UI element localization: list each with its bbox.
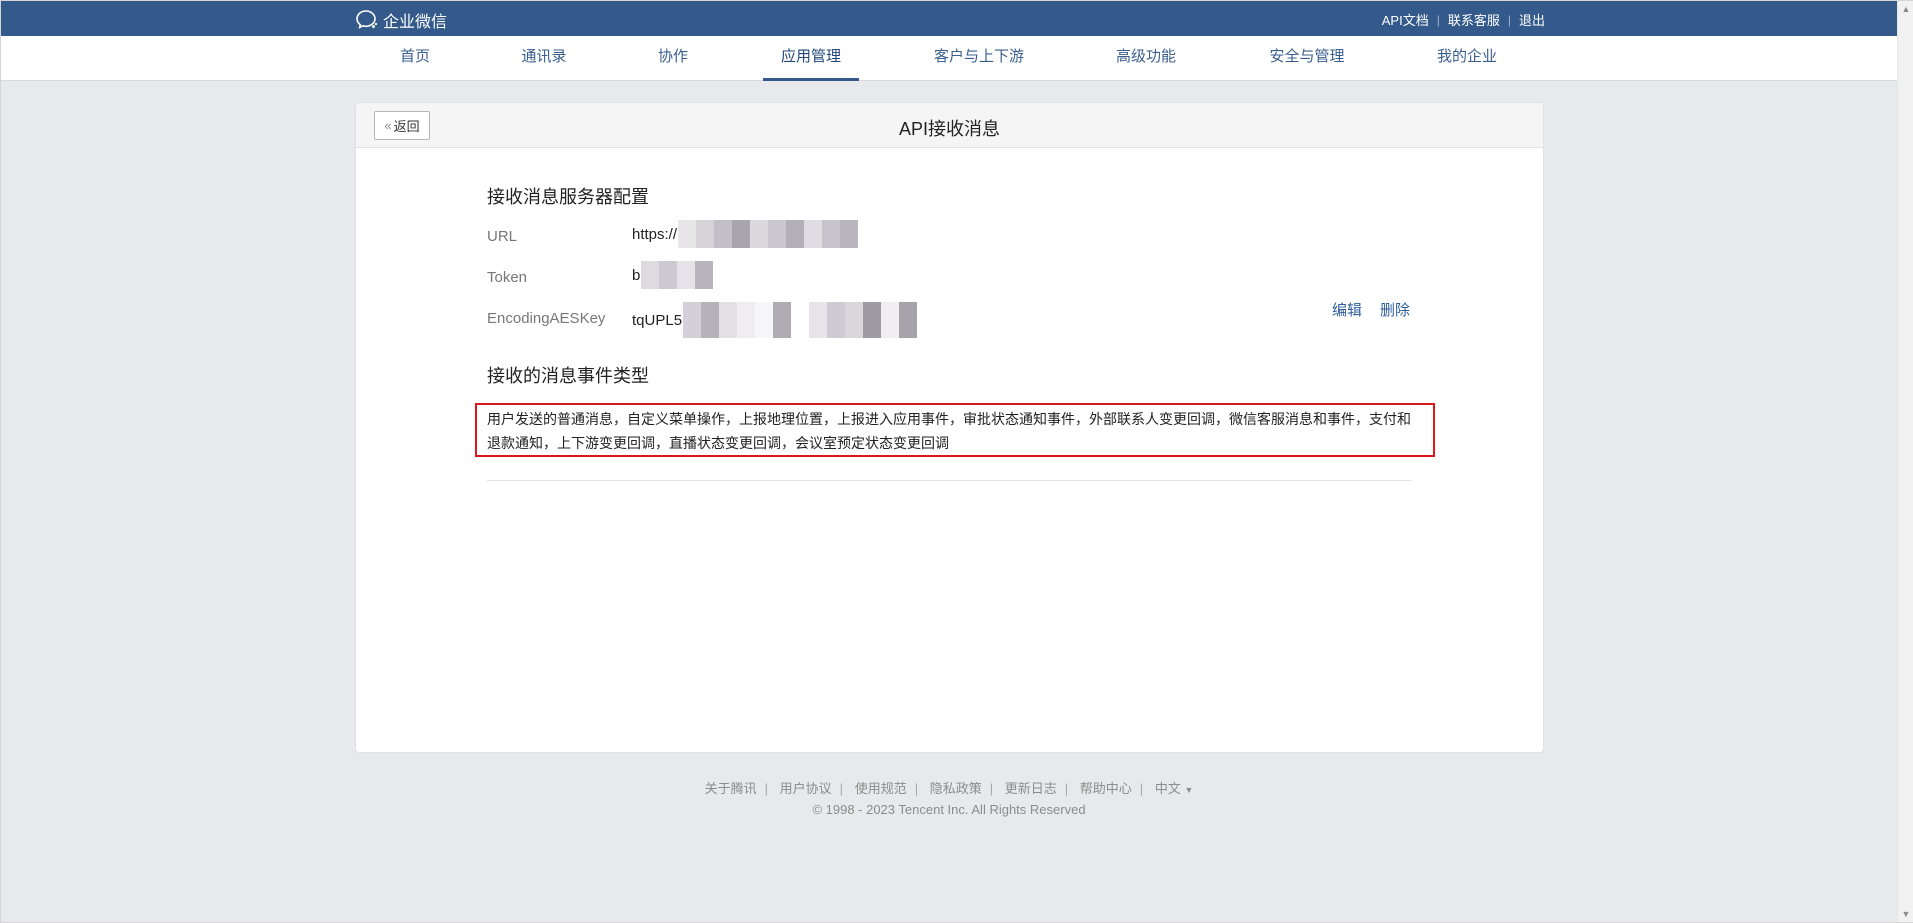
footer-links: 关于腾讯 | 用户协议 | 使用规范 | 隐私政策 | 更新日志 | 帮助中心 | 中文 ▼: [704, 781, 1194, 796]
edit-button[interactable]: 编辑: [1332, 299, 1362, 320]
separator: |: [1507, 12, 1511, 27]
token-text: b: [632, 266, 641, 284]
nav-item-my-enterprise[interactable]: 我的企业: [1435, 36, 1499, 81]
server-config-title: 接收消息服务器配置: [487, 187, 649, 207]
footer-link-user-agreement[interactable]: 用户协议: [780, 781, 832, 796]
caret-down-icon: ▼: [1184, 785, 1194, 795]
copyright: © 1998 - 2023 Tencent Inc. All Rights Re…: [812, 802, 1086, 817]
page: 企业微信 API文档 | 联系客服 | 退出 首页 通讯录 协作 应用管理 客户…: [0, 0, 1913, 923]
redacted-mosaic: [683, 302, 918, 338]
redacted-mosaic: [641, 261, 714, 289]
url-value: https://: [632, 220, 859, 248]
events-list-highlighted: 用户发送的普通消息，自定义菜单操作，上报地理位置，上报进入应用事件，审批状态通知…: [475, 403, 1435, 457]
scroll-down-arrow-icon[interactable]: ▼: [1901, 909, 1911, 919]
nav-item-collaboration[interactable]: 协作: [657, 36, 689, 81]
encoding-aes-key-text: tqUPL5: [632, 311, 683, 329]
token-label: Token: [487, 269, 528, 286]
nav-item-security-management[interactable]: 安全与管理: [1267, 36, 1347, 81]
url-text: https://: [632, 225, 678, 243]
delete-button[interactable]: 删除: [1380, 299, 1410, 320]
brand-logo[interactable]: 企业微信: [355, 8, 447, 32]
divider: [487, 480, 1412, 481]
redacted-mosaic: [678, 220, 859, 248]
page-title: API接收消息: [898, 119, 1000, 139]
nav-item-contacts[interactable]: 通讯录: [520, 36, 568, 81]
nav-item-advanced-features[interactable]: 高级功能: [1114, 36, 1178, 81]
events-title: 接收的消息事件类型: [487, 366, 649, 386]
brand-name: 企业微信: [383, 14, 448, 31]
footer-link-about[interactable]: 关于腾讯: [705, 781, 757, 796]
top-bar: 企业微信 API文档 | 联系客服 | 退出: [1, 1, 1897, 36]
nav-item-home[interactable]: 首页: [399, 36, 431, 81]
events-text: 用户发送的普通消息，自定义菜单操作，上报地理位置，上报进入应用事件，审批状态通知…: [487, 411, 1411, 451]
token-value: b: [632, 261, 714, 289]
language-select[interactable]: 中文 ▼: [1155, 781, 1194, 796]
url-label: URL: [487, 228, 518, 245]
top-links: API文档 | 联系客服 | 退出: [1382, 10, 1545, 29]
footer-link-privacy[interactable]: 隐私政策: [930, 781, 982, 796]
footer-link-usage-rules[interactable]: 使用规范: [855, 781, 907, 796]
encoding-aes-key-label: EncodingAESKey: [487, 310, 606, 327]
vertical-scrollbar[interactable]: ▲ ▼: [1897, 1, 1913, 922]
api-docs-link[interactable]: API文档: [1382, 10, 1429, 29]
encoding-aes-key-value: tqUPL5: [632, 302, 918, 338]
logout-link[interactable]: 退出: [1519, 10, 1545, 29]
card-header: « 返回 API接收消息: [356, 103, 1543, 148]
config-actions: 编辑 删除: [1332, 299, 1410, 320]
nav-item-app-management[interactable]: 应用管理: [763, 36, 859, 81]
wecom-logo-icon: [356, 10, 378, 29]
nav-item-customers-partners[interactable]: 客户与上下游: [931, 36, 1027, 81]
separator: |: [1436, 12, 1440, 27]
contact-support-link[interactable]: 联系客服: [1448, 10, 1500, 29]
content-card: « 返回 API接收消息 接收消息服务器配置 URL https:// Toke…: [355, 102, 1544, 753]
main-nav: 首页 通讯录 协作 应用管理 客户与上下游 高级功能 安全与管理 我的企业: [1, 36, 1897, 81]
footer-link-help[interactable]: 帮助中心: [1080, 781, 1132, 796]
footer-link-changelog[interactable]: 更新日志: [1005, 781, 1057, 796]
language-label: 中文: [1154, 781, 1181, 796]
scroll-up-arrow-icon[interactable]: ▲: [1901, 4, 1911, 14]
